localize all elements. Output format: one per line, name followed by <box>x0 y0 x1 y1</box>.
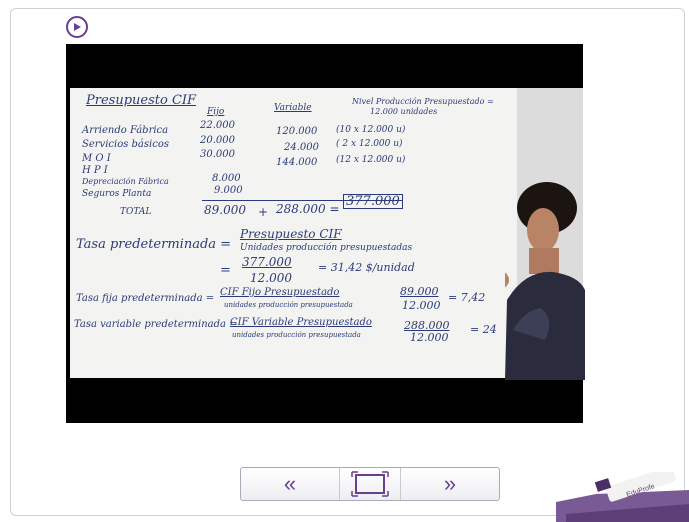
wb-var-result: = 24 <box>470 323 497 336</box>
wb-row-fijo: 20.000 <box>200 135 235 146</box>
next-label: » <box>443 471 457 496</box>
wb-tasa-den: Unidades producción presupuestadas <box>240 243 413 253</box>
wb-row-label: Seguros Planta <box>82 189 152 199</box>
presenter-figure <box>505 182 585 380</box>
wb-row-label: M O I <box>82 153 111 164</box>
video-frame-whiteboard: Presupuesto CIF Fijo Variable Nivel Prod… <box>70 88 517 378</box>
wb-total-variable: 288.000 = <box>276 202 340 216</box>
wb-row-note: (12 x 12.000 u) <box>336 155 406 165</box>
play-circle-icon <box>74 23 81 31</box>
wb-fija-val-num: 89.000 <box>400 285 439 298</box>
wb-var-label: Tasa variable predeterminada = <box>74 319 238 330</box>
wb-row-label: H P I <box>82 165 108 176</box>
wb-total-fijo: 89.000 <box>204 203 246 217</box>
wb-row-note: (10 x 12.000 u) <box>336 125 406 135</box>
wb-tasa-val-num: 377.000 <box>242 255 292 269</box>
wb-row-variable: 144.000 <box>276 157 318 168</box>
previous-label: « <box>283 471 297 496</box>
wb-tasa-label: Tasa predeterminada = <box>76 237 232 252</box>
wb-tasa-result: = 31,42 $/unidad <box>318 261 415 274</box>
wb-total-sum: 377.000 <box>343 194 403 209</box>
wb-row-label: Servicios básicos <box>82 139 169 150</box>
wb-row-fijo: 22.000 <box>200 120 235 131</box>
wb-fija-den: unidades producción presupuestada <box>224 301 353 309</box>
wb-nivel-1: Nivel Producción Presupuestado = <box>352 97 494 106</box>
fullscreen-frame-icon <box>351 471 389 497</box>
wb-row-fijo: 9.000 <box>214 185 243 196</box>
wb-fija-num: CIF Fijo Presupuestado <box>220 287 340 298</box>
wb-var-val-den: 12.000 <box>410 331 449 344</box>
fullscreen-button[interactable] <box>340 468 401 500</box>
wb-fija-label: Tasa fija predeterminada = <box>76 293 215 304</box>
wb-tasa-val-den: 12.000 <box>250 271 292 285</box>
eduprofe-logo: EduProfe <box>556 472 689 522</box>
wb-row-variable: 120.000 <box>276 126 318 137</box>
wb-var-num: CIF Variable Presupuestado <box>230 317 372 328</box>
wb-row-fijo: 30.000 <box>200 149 235 160</box>
wb-var-val-num: 288.000 <box>404 319 450 332</box>
wb-row-note: ( 2 x 12.000 u) <box>336 139 403 149</box>
wb-tasa-eq: = <box>220 263 231 278</box>
wb-col-variable: Variable <box>274 103 312 113</box>
wb-fija-val-den: 12.000 <box>402 299 441 312</box>
wb-tasa-num: Presupuesto CIF <box>240 227 342 241</box>
wb-total-label: TOTAL <box>120 207 152 217</box>
wb-row-label: Arriendo Fábrica <box>82 125 169 136</box>
navigation-bar: « » <box>240 467 500 501</box>
wb-col-fijo: Fijo <box>207 107 225 117</box>
wb-row-fijo: 8.000 <box>212 173 241 184</box>
wb-nivel-2: 12.000 unidades <box>370 107 438 116</box>
wb-title: Presupuesto CIF <box>86 93 197 108</box>
previous-button[interactable]: « <box>241 468 340 500</box>
wb-row-label: Depreciación Fábrica <box>82 177 169 186</box>
wb-fija-result: = 7,42 <box>448 291 486 304</box>
wb-var-den: unidades producción presupuestada <box>232 331 361 339</box>
play-button[interactable] <box>66 16 88 38</box>
wb-total-plus: + <box>258 205 269 219</box>
wb-row-variable: 24.000 <box>284 142 319 153</box>
next-button[interactable]: » <box>401 468 499 500</box>
